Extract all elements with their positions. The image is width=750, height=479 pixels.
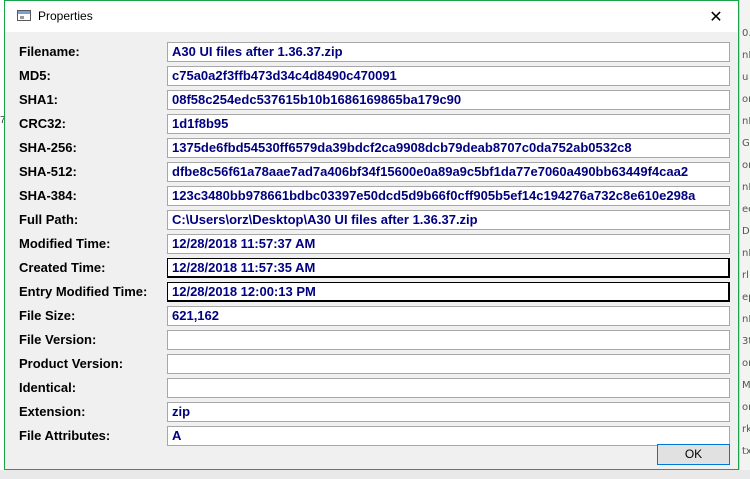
property-label: Entry Modified Time:: [19, 284, 148, 299]
property-label: Extension:: [19, 404, 86, 419]
property-value-field[interactable]: 08f58c254edc537615b10b1686169865ba179c90: [167, 90, 730, 110]
title-bar[interactable]: Properties ✕: [5, 1, 738, 32]
property-value-field[interactable]: [167, 330, 730, 350]
property-label: SHA-384:: [19, 188, 77, 203]
property-row: SHA-384: 123c3480bb978661bdbc03397e50dcd5…: [19, 186, 732, 206]
property-label: Filename:: [19, 44, 80, 59]
background-text-fragment: or: [742, 402, 750, 413]
property-value-field[interactable]: zip: [167, 402, 730, 422]
property-row: File Attributes: A: [19, 426, 732, 446]
property-label: File Attributes:: [19, 428, 111, 443]
background-text-fragment: M: [742, 380, 750, 391]
property-row: Extension: zip: [19, 402, 732, 422]
background-text-fragment: 3t: [742, 336, 750, 347]
property-value-field[interactable]: 12/28/2018 11:57:35 AM: [167, 258, 730, 278]
property-row: File Size: 621,162: [19, 306, 732, 326]
property-row: SHA-256: 1375de6fbd54530ff6579da39bdcf2ca…: [19, 138, 732, 158]
property-row: Entry Modified Time: 12/28/2018 12:00:13 …: [19, 282, 732, 302]
property-row: Product Version:: [19, 354, 732, 374]
property-row: File Version:: [19, 330, 732, 350]
background-text-fragment: nF: [742, 50, 750, 61]
property-value-field[interactable]: [167, 354, 730, 374]
property-label: SHA-512:: [19, 164, 77, 179]
background-text-fragment: nF: [742, 248, 750, 259]
property-label: Identical:: [19, 380, 77, 395]
property-row: SHA1: 08f58c254edc537615b10b1686169865ba1…: [19, 90, 732, 110]
property-row: Filename: A30 UI files after 1.36.37.zip: [19, 42, 732, 62]
property-value-field[interactable]: 123c3480bb978661bdbc03397e50dcd5d9b66f0c…: [167, 186, 730, 206]
property-row: SHA-512: dfbe8c56f61a78aae7ad7a406bf34f15…: [19, 162, 732, 182]
background-text-fragment: nF: [742, 182, 750, 193]
background-text-fragment: nF: [742, 314, 750, 325]
property-value-field[interactable]: C:\Users\orz\Desktop\A30 UI files after …: [167, 210, 730, 230]
property-value-field[interactable]: [167, 378, 730, 398]
property-value-field[interactable]: A: [167, 426, 730, 446]
background-text-fragment: DN: [742, 226, 750, 237]
property-row: Created Time: 12/28/2018 11:57:35 AM: [19, 258, 732, 278]
property-label: Product Version:: [19, 356, 124, 371]
property-value-field[interactable]: 621,162: [167, 306, 730, 326]
property-value-field[interactable]: 1375de6fbd54530ff6579da39bdcf2ca9908dcb7…: [167, 138, 730, 158]
background-taskbar-area: [0, 470, 750, 479]
background-text-fragment: 0.: [742, 28, 750, 39]
window-icon: [17, 10, 31, 21]
property-label: Full Path:: [19, 212, 79, 227]
property-value-field[interactable]: 12/28/2018 11:57:37 AM: [167, 234, 730, 254]
property-value-field[interactable]: A30 UI files after 1.36.37.zip: [167, 42, 730, 62]
property-value-field[interactable]: c75a0a2f3ffb473d34c4d8490c470091: [167, 66, 730, 86]
background-text-fragment: or: [742, 358, 750, 369]
background-text-fragment: u: [742, 72, 749, 83]
property-label: MD5:: [19, 68, 51, 83]
background-text-fragment: ep: [742, 292, 750, 303]
background-text-fragment: nF: [742, 116, 750, 127]
property-value-field[interactable]: 1d1f8b95: [167, 114, 730, 134]
property-label: SHA1:: [19, 92, 59, 107]
background-window-strip: 0. nF u or nF Go or nF ee DN nF rl ep nF 3t or Mor rk tx: [739, 0, 750, 479]
background-text-fragment: rk: [742, 424, 750, 435]
property-label: File Version:: [19, 332, 97, 347]
property-value-field[interactable]: 12/28/2018 12:00:13 PM: [167, 282, 730, 302]
background-text-fragment: ee: [742, 204, 750, 215]
background-text-fragment: rl: [742, 270, 749, 281]
property-label: File Size:: [19, 308, 76, 323]
window-title: Properties: [38, 9, 93, 23]
background-text-fragment: or: [742, 160, 750, 171]
property-row: Modified Time: 12/28/2018 11:57:37 AM: [19, 234, 732, 254]
ok-button[interactable]: OK: [657, 444, 730, 465]
property-label: CRC32:: [19, 116, 66, 131]
property-label: Modified Time:: [19, 236, 111, 251]
property-label: Created Time:: [19, 260, 106, 275]
close-button[interactable]: ✕: [694, 1, 738, 32]
background-text-fragment: Go: [742, 138, 750, 149]
property-row: Full Path: C:\Users\orz\Desktop\A30 UI fi…: [19, 210, 732, 230]
property-value-field[interactable]: dfbe8c56f61a78aae7ad7a406bf34f15600e0a89…: [167, 162, 730, 182]
property-row: CRC32: 1d1f8b95: [19, 114, 732, 134]
property-row: MD5: c75a0a2f3ffb473d34c4d8490c470091: [19, 66, 732, 86]
background-text-fragment: or: [742, 94, 750, 105]
property-label: SHA-256:: [19, 140, 77, 155]
properties-dialog: Properties ✕ Filename: A30 UI files after…: [4, 0, 739, 470]
background-text-fragment: tx: [742, 446, 750, 457]
property-row: Identical:: [19, 378, 732, 398]
